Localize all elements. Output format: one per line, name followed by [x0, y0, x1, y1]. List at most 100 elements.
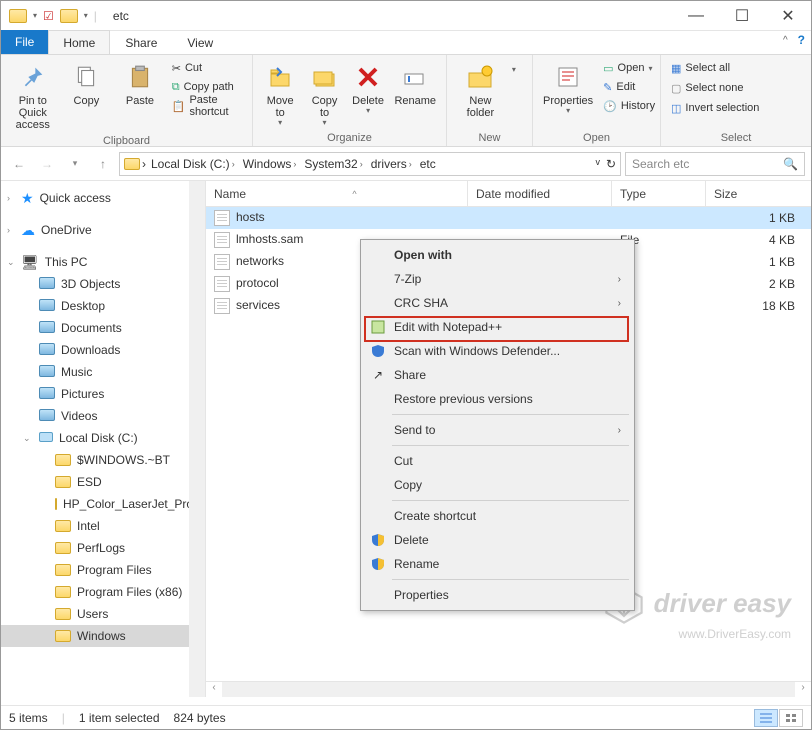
open-button[interactable]: ▭Open ▾ — [601, 59, 657, 77]
file-row[interactable]: hosts1 KB — [206, 207, 811, 229]
nav-item[interactable]: ESD — [1, 471, 205, 493]
file-tab[interactable]: File — [1, 30, 48, 54]
maximize-button[interactable]: ☐ — [719, 1, 765, 31]
view-tab[interactable]: View — [172, 30, 228, 54]
folder-icon — [55, 476, 71, 488]
edit-icon: ✎ — [603, 81, 612, 94]
chevron-down-icon: ▾ — [512, 65, 516, 74]
ctx-cut[interactable]: Cut — [364, 449, 631, 473]
ctx-send-to[interactable]: Send to› — [364, 418, 631, 442]
new-folder-icon — [464, 61, 496, 93]
horizontal-scrollbar[interactable]: ‹ › — [206, 681, 811, 697]
ctx-properties[interactable]: Properties — [364, 583, 631, 607]
cut-button[interactable]: ✂Cut — [170, 59, 244, 77]
select-all-button[interactable]: ▦Select all — [669, 59, 803, 77]
nav-this-pc[interactable]: ⌄🖥This PC — [1, 251, 205, 273]
delete-button[interactable]: Delete▾ — [350, 59, 387, 118]
nav-item[interactable]: Windows — [1, 625, 205, 647]
ctx-delete[interactable]: Delete — [364, 528, 631, 552]
nav-item[interactable]: Program Files (x86) — [1, 581, 205, 603]
title-bar: ▾ ☑ ▾ | etc — ☐ ✕ — [1, 1, 811, 31]
ctx-copy[interactable]: Copy — [364, 473, 631, 497]
col-date[interactable]: Date modified — [468, 181, 612, 206]
copy-path-icon: ⧉ — [172, 81, 180, 94]
ctx-share[interactable]: ↗Share — [364, 363, 631, 387]
details-view-button[interactable] — [754, 709, 778, 727]
ctx-7zip[interactable]: 7-Zip› — [364, 267, 631, 291]
breadcrumb-item[interactable]: drivers› — [368, 157, 415, 171]
breadcrumb-item[interactable]: System32› — [301, 157, 365, 171]
nav-item[interactable]: HP_Color_LaserJet_Pro_M — [1, 493, 205, 515]
edit-button[interactable]: ✎Edit — [601, 78, 657, 96]
breadcrumb-item[interactable]: Local Disk (C:)› — [148, 157, 238, 171]
new-item-dropdown[interactable]: ▾ — [512, 59, 524, 74]
recent-locations-button[interactable]: ▾ — [63, 152, 87, 176]
ctx-restore-versions[interactable]: Restore previous versions — [364, 387, 631, 411]
move-to-button[interactable]: Move to▾ — [261, 59, 299, 130]
ctx-rename[interactable]: Rename — [364, 552, 631, 576]
address-bar[interactable]: › Local Disk (C:)› Windows› System32› dr… — [119, 152, 621, 176]
checkbox-icon[interactable]: ☑ — [43, 9, 54, 23]
breadcrumb-item[interactable]: etc — [417, 157, 439, 171]
share-tab[interactable]: Share — [110, 30, 172, 54]
search-box[interactable]: Search etc 🔍 — [625, 152, 805, 176]
nav-item[interactable]: Music — [1, 361, 205, 383]
col-type[interactable]: Type — [612, 181, 706, 206]
cloud-icon: ☁ — [21, 222, 35, 239]
select-all-icon: ▦ — [671, 62, 681, 75]
nav-item[interactable]: Program Files — [1, 559, 205, 581]
file-list: hosts1 KBlmhosts.samFile4 KBnetworks1 KB… — [206, 207, 811, 681]
nav-quick-access[interactable]: ›★Quick access — [1, 187, 205, 209]
properties-button[interactable]: Properties▾ — [541, 59, 595, 118]
window-controls: — ☐ ✕ — [673, 1, 811, 31]
nav-item[interactable]: Downloads — [1, 339, 205, 361]
qat-dropdown-icon[interactable]: ▾ — [33, 11, 37, 20]
ctx-create-shortcut[interactable]: Create shortcut — [364, 504, 631, 528]
copy-to-button[interactable]: Copy to▾ — [305, 59, 343, 130]
refresh-icon[interactable]: ↻ — [606, 157, 616, 171]
nav-item[interactable]: Documents — [1, 317, 205, 339]
nav-item[interactable]: PerfLogs — [1, 537, 205, 559]
copy-button[interactable]: Copy — [63, 59, 111, 109]
back-button[interactable]: ← — [7, 152, 31, 176]
ctx-scan-defender[interactable]: Scan with Windows Defender... — [364, 339, 631, 363]
nav-item[interactable]: Intel — [1, 515, 205, 537]
nav-item[interactable]: Desktop — [1, 295, 205, 317]
paste-button[interactable]: Paste — [116, 59, 164, 109]
nav-item[interactable]: Users — [1, 603, 205, 625]
search-icon: 🔍 — [783, 157, 798, 171]
ctx-open-with[interactable]: Open with — [364, 243, 631, 267]
folder-icon — [55, 586, 71, 598]
rename-button[interactable]: Rename — [392, 59, 438, 109]
select-none-button[interactable]: ▢Select none — [669, 79, 803, 97]
home-tab[interactable]: Home — [48, 30, 110, 54]
ribbon-expand-icon[interactable]: ^ — [783, 35, 788, 46]
address-dropdown-icon[interactable]: v — [595, 157, 600, 171]
shield-icon — [370, 343, 386, 359]
breadcrumb-item[interactable]: Windows› — [240, 157, 300, 171]
up-button[interactable]: ↑ — [91, 152, 115, 176]
col-name[interactable]: Name^ — [206, 181, 468, 206]
ctx-crc-sha[interactable]: CRC SHA› — [364, 291, 631, 315]
new-folder-button[interactable]: New folder — [455, 59, 506, 121]
col-size[interactable]: Size — [706, 181, 811, 206]
status-bar: 5 items | 1 item selected 824 bytes — [1, 705, 811, 729]
nav-item[interactable]: Videos — [1, 405, 205, 427]
nav-item[interactable]: ⌄Local Disk (C:) — [1, 427, 205, 449]
nav-scrollbar[interactable] — [189, 181, 205, 697]
pin-to-quick-access-button[interactable]: Pin to Quick access — [9, 59, 57, 133]
help-icon[interactable]: ? — [798, 33, 805, 47]
nav-item[interactable]: Pictures — [1, 383, 205, 405]
minimize-button[interactable]: — — [673, 1, 719, 31]
nav-item[interactable]: $WINDOWS.~BT — [1, 449, 205, 471]
forward-button[interactable]: → — [35, 152, 59, 176]
file-icon — [214, 232, 230, 248]
history-button[interactable]: 🕑History — [601, 97, 657, 115]
close-button[interactable]: ✕ — [765, 1, 811, 31]
paste-shortcut-button[interactable]: 📋Paste shortcut — [170, 97, 244, 115]
nav-item[interactable]: 3D Objects — [1, 273, 205, 295]
invert-selection-button[interactable]: ◫Invert selection — [669, 99, 803, 117]
large-icons-view-button[interactable] — [779, 709, 803, 727]
qat-dropdown-icon[interactable]: ▾ — [84, 11, 88, 20]
nav-onedrive[interactable]: ›☁OneDrive — [1, 219, 205, 241]
